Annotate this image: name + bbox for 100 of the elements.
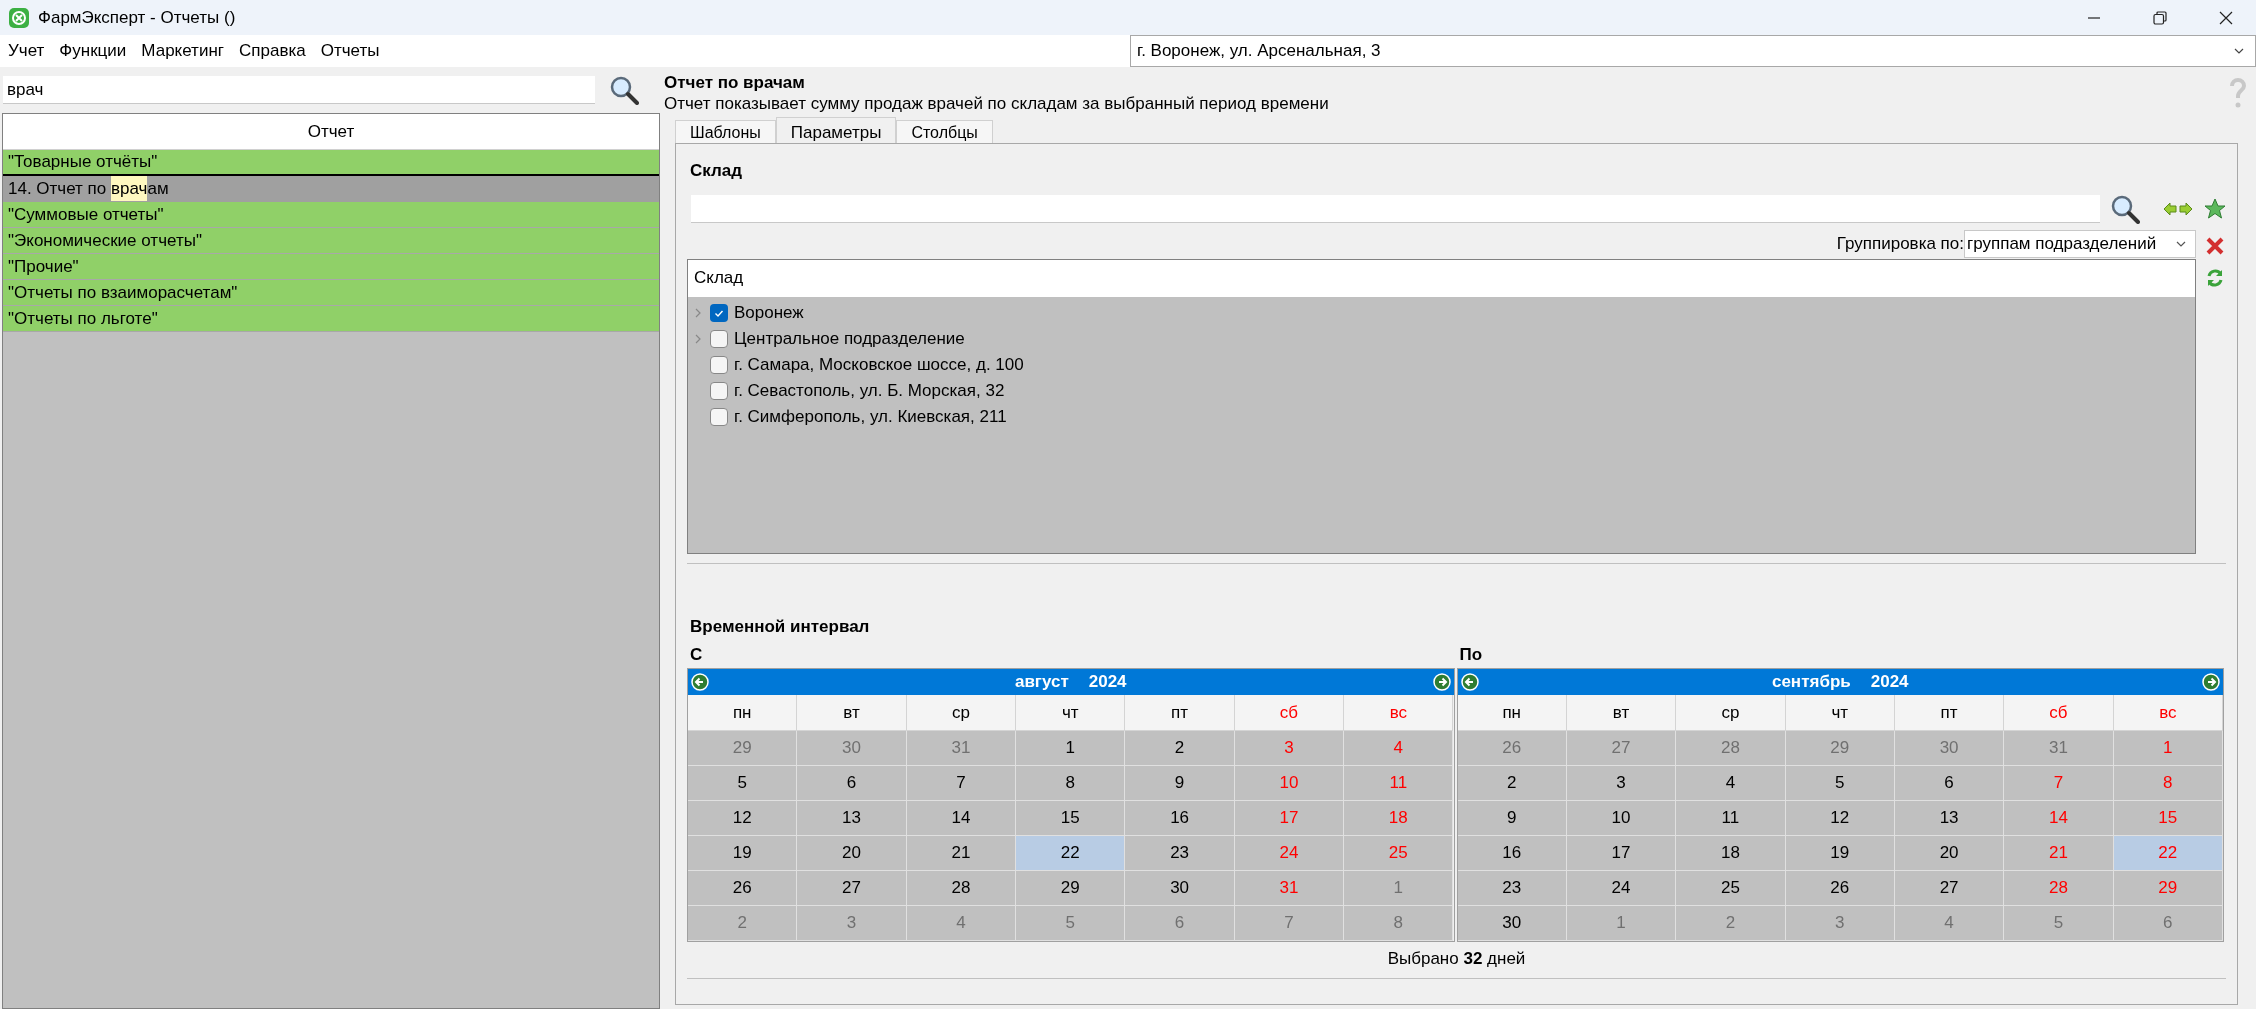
menu-item[interactable]: Маркетинг bbox=[141, 38, 224, 64]
day-cell[interactable]: 12 bbox=[688, 801, 798, 836]
month-label[interactable]: сентябрь bbox=[1771, 669, 1851, 695]
tab[interactable]: Параметры bbox=[775, 117, 897, 143]
month-label[interactable]: август bbox=[1014, 669, 1069, 695]
arrow-left-icon[interactable] bbox=[691, 673, 709, 691]
day-cell[interactable]: 17 bbox=[1566, 836, 1677, 871]
tree-item-label[interactable]: Воронеж bbox=[734, 299, 804, 326]
restore-icon[interactable] bbox=[2152, 9, 2168, 26]
day-cell[interactable]: 10 bbox=[1566, 801, 1677, 836]
weekday-header: сб bbox=[1234, 695, 1345, 731]
weekday-header: вт bbox=[797, 695, 907, 731]
day-cell[interactable]: 22 bbox=[1016, 836, 1126, 871]
checkbox[interactable] bbox=[710, 407, 728, 426]
arrow-right-icon[interactable] bbox=[1432, 673, 1451, 691]
column-header: Отчет bbox=[3, 114, 659, 150]
report-group-row[interactable]: "Прочие" bbox=[3, 254, 659, 280]
day-cell[interactable]: 26 bbox=[1785, 871, 1895, 906]
selection-summary: Выбрано 32 дней bbox=[1387, 948, 1526, 970]
checkbox[interactable] bbox=[710, 381, 728, 400]
day-cell[interactable]: 30 bbox=[1125, 871, 1235, 906]
report-search-field[interactable]: врач bbox=[3, 76, 595, 104]
day-cell[interactable]: 29 bbox=[1016, 871, 1126, 906]
day-cell[interactable]: 15 bbox=[1016, 801, 1126, 836]
menu-item[interactable]: Функции bbox=[59, 38, 127, 64]
weekday-header: сб bbox=[2004, 695, 2114, 731]
day-cell[interactable]: 23 bbox=[1125, 836, 1235, 871]
day-cell[interactable]: 3 bbox=[1566, 766, 1677, 801]
report-group-row[interactable]: "Товарные отчёты" bbox=[3, 150, 659, 176]
day-cell[interactable]: 5 bbox=[688, 766, 798, 801]
day-cell[interactable]: 19 bbox=[1785, 836, 1895, 871]
menu-item[interactable]: Учет bbox=[8, 38, 45, 64]
day-cell[interactable]: 21 bbox=[906, 836, 1017, 871]
day-cell[interactable]: 27 bbox=[1894, 871, 2005, 906]
day-cell[interactable]: 20 bbox=[1894, 836, 2005, 871]
report-group-row[interactable]: "Суммовые отчеты" bbox=[3, 202, 659, 228]
report-group-row[interactable]: "Отчеты по взаиморасчетам" bbox=[3, 280, 659, 306]
close-icon[interactable] bbox=[2218, 9, 2234, 26]
delete-icon[interactable] bbox=[2205, 235, 2225, 256]
star-icon[interactable] bbox=[2204, 197, 2226, 220]
day-cell[interactable]: 30 bbox=[1457, 906, 1567, 941]
day-cell[interactable]: 9 bbox=[1457, 801, 1567, 836]
checkbox[interactable] bbox=[710, 355, 728, 374]
year-label[interactable]: 2024 bbox=[1870, 669, 1909, 695]
tree-item-label[interactable]: Центральное подразделение bbox=[734, 325, 965, 352]
arrow-left-icon[interactable] bbox=[1460, 673, 1479, 691]
tab[interactable]: Шаблоны bbox=[675, 120, 776, 143]
day-cell[interactable]: 13 bbox=[1894, 801, 2005, 836]
location-dropdown[interactable]: г. Воронеж, ул. Арсенальная, 3 bbox=[1130, 35, 2256, 67]
tree-item-label[interactable]: г. Севастополь, ул. Б. Морская, 32 bbox=[734, 377, 1005, 404]
tree-item-label[interactable]: г. Симферополь, ул. Киевская, 211 bbox=[734, 403, 1007, 430]
warehouse-search-field[interactable] bbox=[691, 194, 2100, 223]
day-cell[interactable]: 12 bbox=[1785, 801, 1895, 836]
weekday-header: вс bbox=[1344, 695, 1454, 731]
grouping-dropdown[interactable]: группам подразделений bbox=[1964, 229, 2196, 258]
refresh-icon[interactable] bbox=[2205, 267, 2225, 288]
report-group-row[interactable]: "Экономические отчеты" bbox=[3, 228, 659, 254]
report-row[interactable]: 14. Отчет по врачам bbox=[3, 176, 659, 202]
tab[interactable]: Столбцы bbox=[896, 120, 993, 143]
day-cell[interactable]: 4 bbox=[1676, 766, 1786, 801]
day-cell[interactable]: 6 bbox=[1894, 766, 2005, 801]
day-cell[interactable]: 20 bbox=[797, 836, 907, 871]
weekday-header: вс bbox=[2113, 695, 2223, 731]
day-cell[interactable]: 5 bbox=[1785, 766, 1895, 801]
day-cell[interactable]: 16 bbox=[1457, 836, 1567, 871]
arrows-icon[interactable] bbox=[2162, 200, 2194, 217]
day-cell[interactable]: 19 bbox=[688, 836, 798, 871]
day-cell[interactable]: 25 bbox=[1676, 871, 1786, 906]
report-group-row[interactable]: "Отчеты по льготе" bbox=[3, 306, 659, 332]
day-cell[interactable]: 14 bbox=[906, 801, 1017, 836]
menu-item[interactable]: Отчеты bbox=[320, 38, 380, 64]
checkbox[interactable] bbox=[710, 303, 728, 322]
tree-item-label[interactable]: г. Самара, Московское шоссе, д. 100 bbox=[734, 351, 1024, 378]
day-cell[interactable]: 11 bbox=[1676, 801, 1786, 836]
day-cell[interactable]: 23 bbox=[1457, 871, 1567, 906]
day-cell[interactable]: 26 bbox=[688, 871, 798, 906]
day-cell[interactable]: 28 bbox=[906, 871, 1017, 906]
weekday-header: ср bbox=[1676, 695, 1786, 731]
day-cell[interactable]: 2 bbox=[1457, 766, 1567, 801]
weekday-header: пн bbox=[688, 695, 798, 731]
day-cell[interactable]: 1 bbox=[1016, 731, 1126, 766]
day-cell[interactable]: 6 bbox=[797, 766, 907, 801]
year-label[interactable]: 2024 bbox=[1088, 669, 1127, 695]
day-cell[interactable]: 24 bbox=[1566, 871, 1677, 906]
arrow-right-icon[interactable] bbox=[2202, 673, 2220, 691]
day-cell[interactable]: 16 bbox=[1125, 801, 1235, 836]
menu-item[interactable]: Справка bbox=[239, 38, 306, 64]
search-icon[interactable] bbox=[2110, 193, 2140, 224]
day-cell[interactable]: 8 bbox=[1016, 766, 1126, 801]
weekday-header: пн bbox=[1457, 695, 1567, 731]
checkbox[interactable] bbox=[710, 329, 728, 348]
day-cell[interactable]: 18 bbox=[1676, 836, 1786, 871]
day-cell[interactable]: 7 bbox=[906, 766, 1017, 801]
day-cell[interactable]: 2 bbox=[1125, 731, 1235, 766]
weekday-header: чт bbox=[1016, 695, 1126, 731]
search-icon[interactable] bbox=[609, 75, 639, 105]
day-cell[interactable]: 9 bbox=[1125, 766, 1235, 801]
day-cell[interactable]: 27 bbox=[797, 871, 907, 906]
weekday-header: чт bbox=[1785, 695, 1895, 731]
day-cell[interactable]: 13 bbox=[797, 801, 907, 836]
